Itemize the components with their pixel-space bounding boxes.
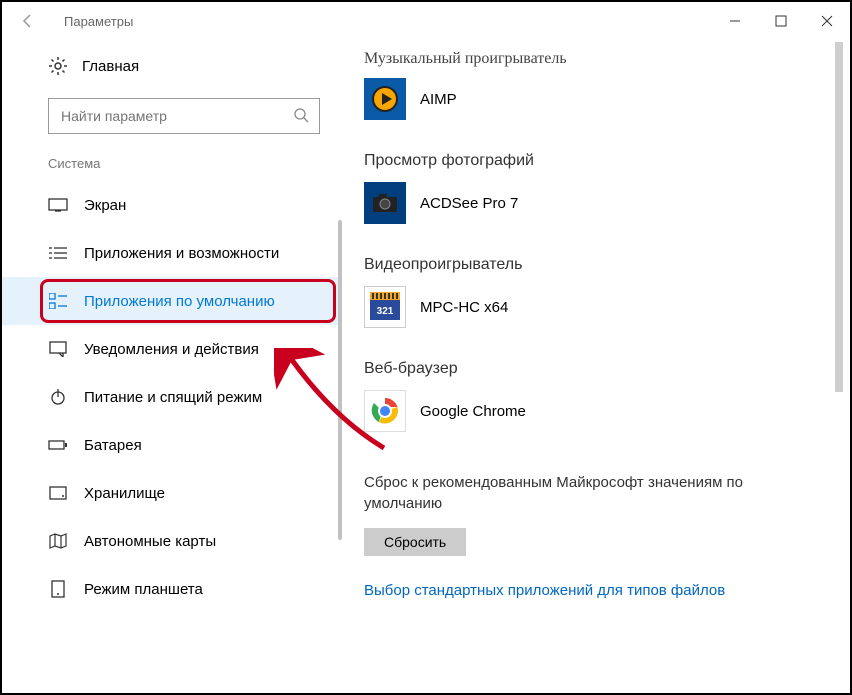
- app-label: AIMP: [420, 91, 457, 108]
- section-title-browser: Веб-браузер: [364, 360, 810, 378]
- default-apps-icon: [48, 291, 68, 311]
- titlebar: Параметры: [2, 2, 850, 40]
- content-pane: Музыкальный проигрыватель AIMP Просмотр …: [342, 40, 850, 693]
- app-label: ACDSee Pro 7: [420, 195, 518, 212]
- sidebar-item-display[interactable]: Экран: [2, 181, 342, 229]
- sidebar-item-label: Автономные карты: [84, 533, 216, 550]
- sidebar-item-label: Приложения и возможности: [84, 245, 279, 262]
- sidebar-item-power[interactable]: Питание и спящий режим: [2, 373, 342, 421]
- power-icon: [48, 387, 68, 407]
- app-row-browser[interactable]: Google Chrome: [364, 390, 810, 432]
- close-button[interactable]: [804, 2, 850, 40]
- sidebar-item-label: Хранилище: [84, 485, 165, 502]
- list-icon: [48, 243, 68, 263]
- aimp-icon: [364, 78, 406, 120]
- maximize-button[interactable]: [758, 2, 804, 40]
- minimize-button[interactable]: [712, 2, 758, 40]
- search-field[interactable]: [59, 107, 293, 125]
- app-row-video[interactable]: 321 MPC-HC x64: [364, 286, 810, 328]
- content-scrollbar[interactable]: [832, 42, 846, 691]
- app-label: MPC-HC x64: [420, 299, 508, 316]
- sidebar-item-storage[interactable]: Хранилище: [2, 469, 342, 517]
- gear-icon: [48, 56, 68, 76]
- link-file-types[interactable]: Выбор стандартных приложений для типов ф…: [364, 582, 810, 599]
- window-title: Параметры: [64, 14, 133, 29]
- section-title-photos: Просмотр фотографий: [364, 152, 810, 170]
- reset-button[interactable]: Сбросить: [364, 528, 466, 556]
- home-label: Главная: [82, 58, 139, 75]
- app-label: Google Chrome: [420, 403, 526, 420]
- truncated-section-title: Музыкальный проигрыватель: [364, 50, 810, 68]
- sidebar-item-label: Уведомления и действия: [84, 341, 259, 358]
- app-row-music[interactable]: AIMP: [364, 78, 810, 120]
- home-button[interactable]: Главная: [2, 40, 342, 90]
- sidebar-item-label: Питание и спящий режим: [84, 389, 262, 406]
- tablet-icon: [48, 579, 68, 599]
- mpchc-icon: 321: [364, 286, 406, 328]
- battery-icon: [48, 435, 68, 455]
- sidebar-item-label: Батарея: [84, 437, 142, 454]
- section-title-video: Видеопроигрыватель: [364, 256, 810, 274]
- sidebar-item-maps[interactable]: Автономные карты: [2, 517, 342, 565]
- sidebar-item-apps-features[interactable]: Приложения и возможности: [2, 229, 342, 277]
- svg-text:321: 321: [377, 306, 394, 317]
- category-label: Система: [2, 156, 342, 181]
- sidebar-item-label: Режим планшета: [84, 581, 203, 598]
- chrome-icon: [364, 390, 406, 432]
- display-icon: [48, 195, 68, 215]
- acdsee-icon: [364, 182, 406, 224]
- storage-icon: [48, 483, 68, 503]
- sidebar-item-label: Приложения по умолчанию: [84, 293, 275, 310]
- sidebar-item-tablet[interactable]: Режим планшета: [2, 565, 342, 613]
- reset-description: Сброс к рекомендованным Майкрософт значе…: [364, 472, 744, 514]
- sidebar-item-notifications[interactable]: Уведомления и действия: [2, 325, 342, 373]
- sidebar: Главная Система Экран Приложения и возмо…: [2, 40, 342, 693]
- map-icon: [48, 531, 68, 551]
- sidebar-item-default-apps[interactable]: Приложения по умолчанию: [2, 277, 342, 325]
- search-icon: [293, 107, 309, 126]
- sidebar-item-battery[interactable]: Батарея: [2, 421, 342, 469]
- sidebar-item-label: Экран: [84, 197, 126, 214]
- notification-icon: [48, 339, 68, 359]
- back-button[interactable]: [14, 7, 42, 35]
- app-row-photos[interactable]: ACDSee Pro 7: [364, 182, 810, 224]
- search-input[interactable]: [48, 98, 320, 134]
